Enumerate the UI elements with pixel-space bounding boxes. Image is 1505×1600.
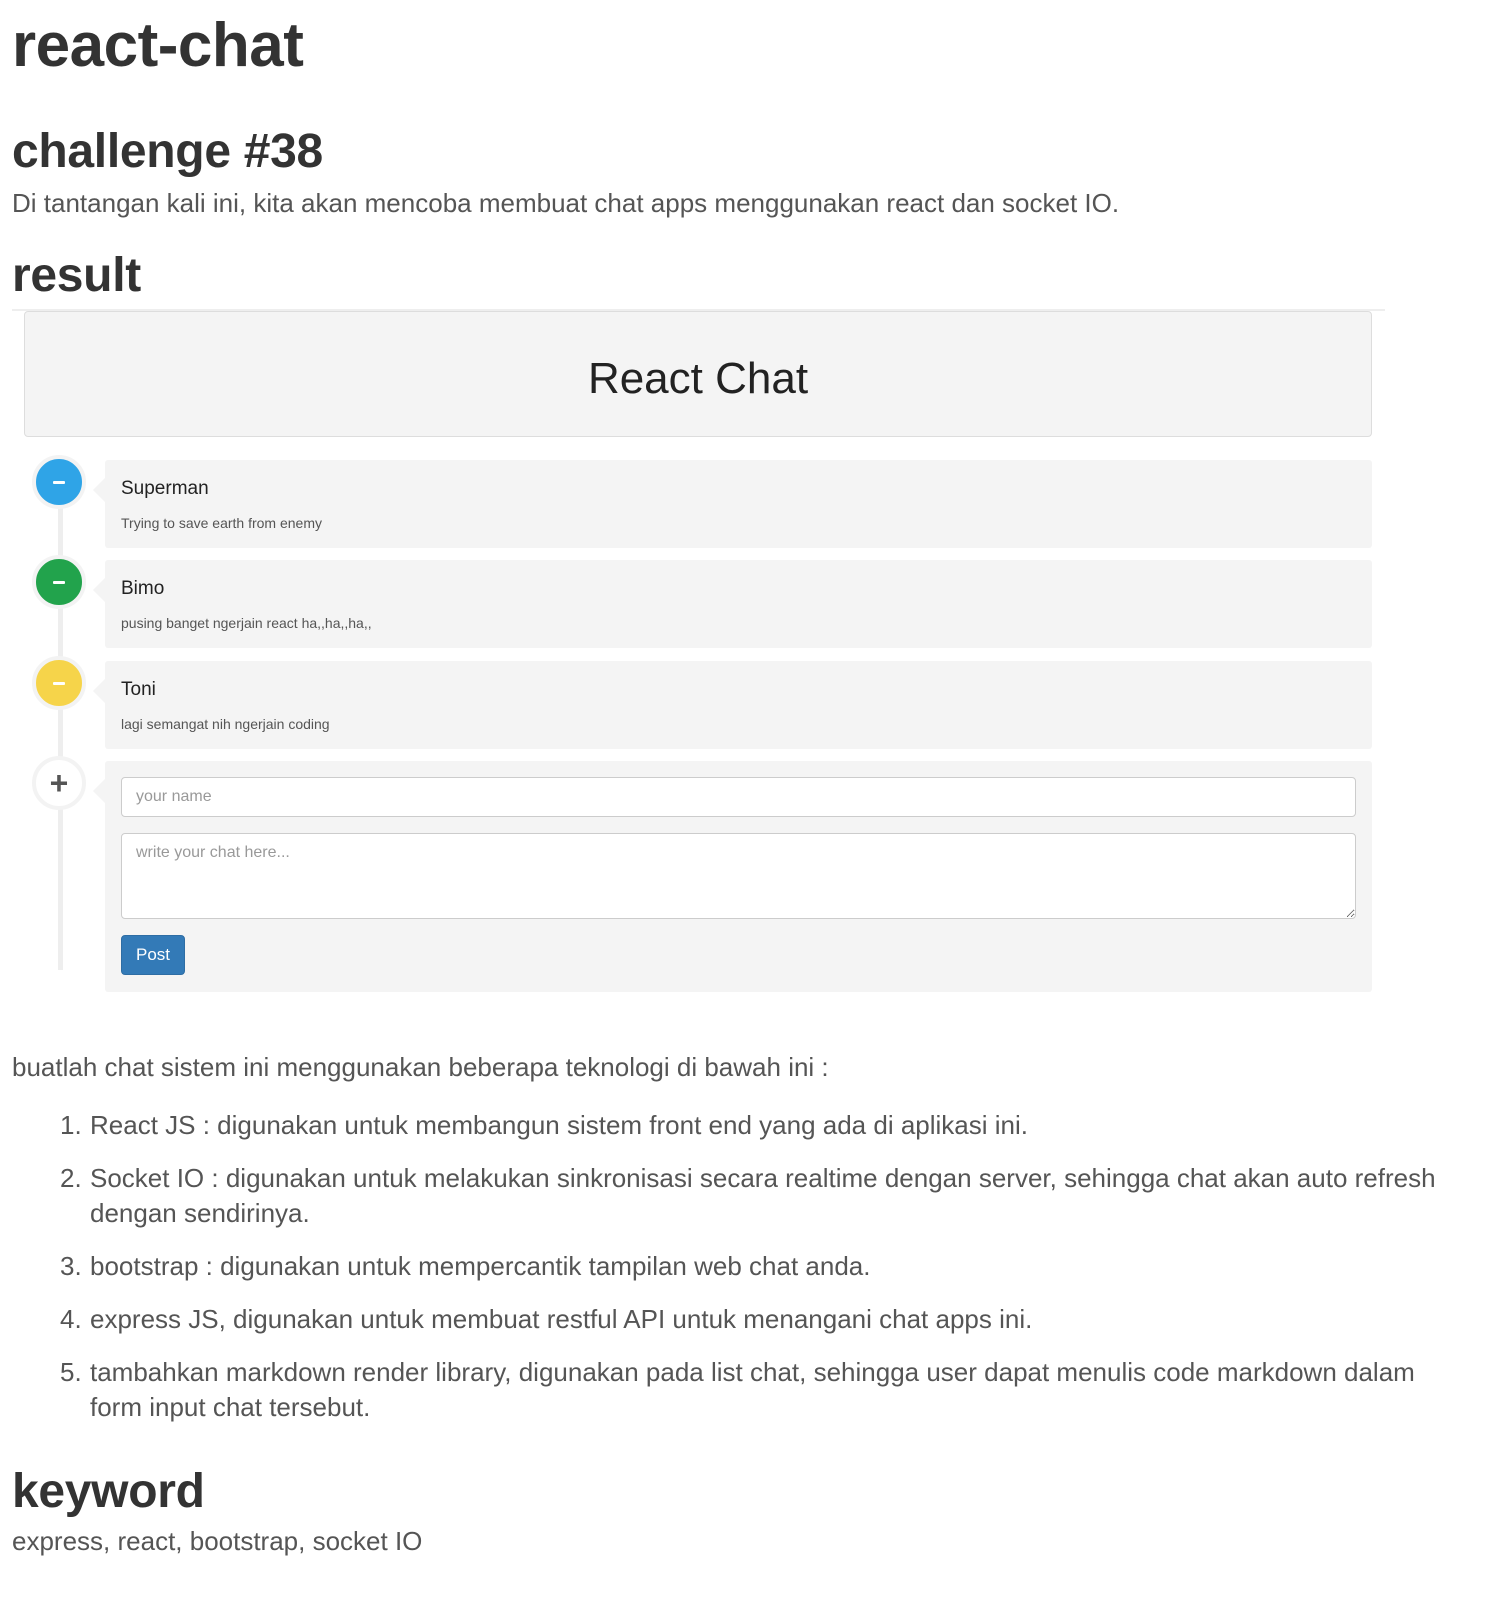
plus-icon: + — [32, 756, 86, 810]
readme-page: react-chat challenge #38 Di tantangan ka… — [0, 0, 1505, 1600]
message-text: pusing banget ngerjain react ha,,ha,,ha,… — [121, 615, 372, 631]
list-item: Socket IO : digunakan untuk melakukan si… — [60, 1161, 1436, 1228]
list-item: tambahkan markdown render library, digun… — [60, 1355, 1415, 1422]
name-input[interactable] — [121, 777, 1356, 817]
message-text: Trying to save earth from enemy — [121, 515, 323, 531]
challenge-heading: challenge #38 — [12, 125, 323, 178]
message-text: lagi semangat nih ngerjain coding — [121, 716, 330, 732]
chat-form: Post — [93, 761, 1372, 992]
keyword-heading: keyword — [12, 1465, 205, 1518]
technology-list: React JS : digunakan untuk membangun sis… — [60, 1108, 1470, 1443]
app-title: React Chat — [587, 354, 809, 403]
message-author: Bimo — [121, 578, 165, 599]
page-title: react-chat — [12, 11, 304, 80]
minus-icon[interactable] — [32, 455, 86, 509]
challenge-description: Di tantangan kali ini, kita akan mencoba… — [12, 188, 1120, 218]
chat-textarea[interactable] — [121, 833, 1356, 919]
timeline-line — [58, 470, 63, 970]
app-header: React Chat — [24, 311, 1372, 437]
list-item: bootstrap : digunakan untuk mempercantik… — [60, 1249, 871, 1284]
chat-message: Superman Trying to save earth from enemy — [93, 460, 1372, 548]
post-button[interactable]: Post — [121, 935, 185, 975]
keyword-list: express, react, bootstrap, socket IO — [12, 1526, 423, 1556]
result-heading: result — [12, 249, 141, 302]
requirements-intro: buatlah chat sistem ini menggunakan bebe… — [12, 1052, 829, 1082]
message-author: Toni — [121, 679, 156, 700]
message-author: Superman — [121, 478, 209, 499]
chat-message: Bimo pusing banget ngerjain react ha,,ha… — [93, 560, 1372, 648]
list-item: express JS, digunakan untuk membuat rest… — [60, 1302, 1033, 1337]
minus-icon[interactable] — [32, 555, 86, 609]
list-item: React JS : digunakan untuk membangun sis… — [60, 1108, 1028, 1143]
chat-message: Toni lagi semangat nih ngerjain coding — [93, 661, 1372, 749]
minus-icon[interactable] — [32, 656, 86, 710]
